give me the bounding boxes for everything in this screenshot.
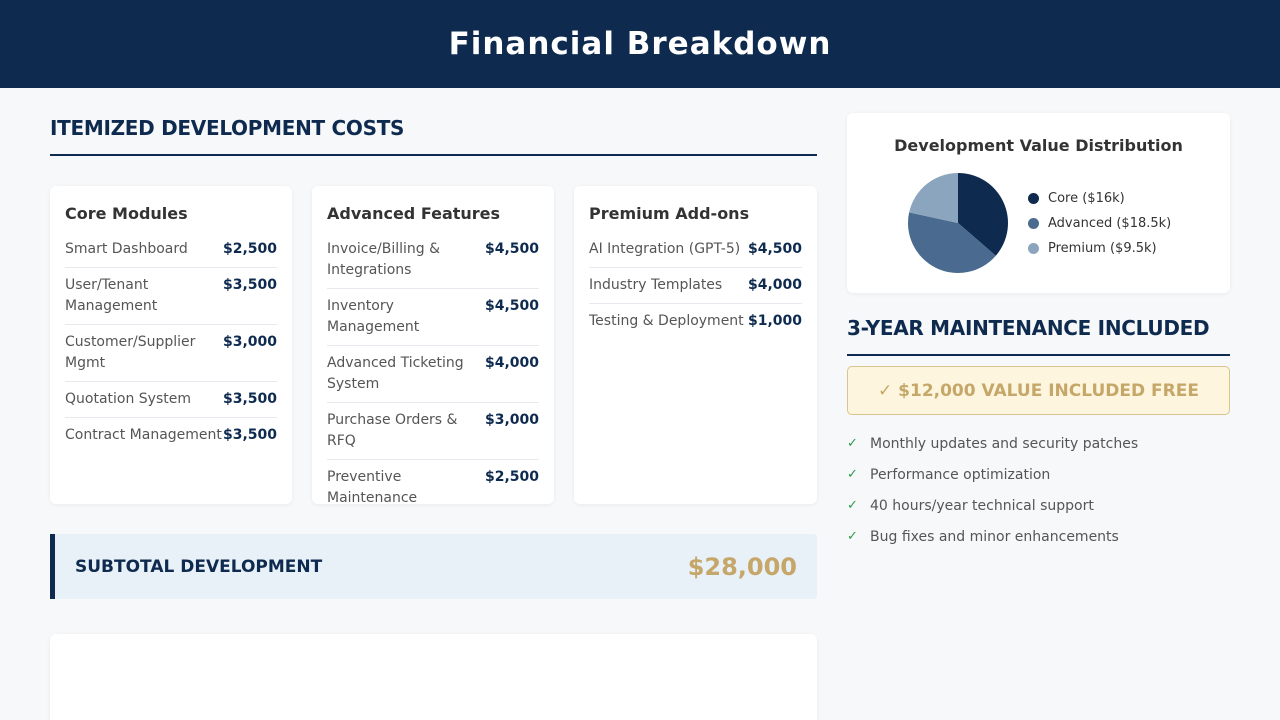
cost-label: Smart Dashboard: [65, 241, 188, 257]
page-header: Financial Breakdown: [0, 0, 1280, 88]
checklist-item: ✓ Monthly updates and security patches: [847, 428, 1230, 459]
checklist-text: 40 hours/year technical support: [870, 497, 1094, 514]
page-title: Financial Breakdown: [448, 26, 832, 62]
value-banner: ✓ $12,000 VALUE INCLUDED FREE: [847, 366, 1230, 415]
legend-label: Premium ($9.5k): [1048, 241, 1157, 256]
cost-row: Invoice/Billing & Integrations $4,500: [327, 235, 539, 289]
legend-label: Core ($16k): [1048, 191, 1125, 206]
legend-item: Premium ($9.5k): [1028, 236, 1171, 261]
cost-row: AI Integration (GPT-5) $4,500: [589, 235, 802, 268]
legend-swatch: [1028, 243, 1039, 254]
chart-card: Development Value Distribution Core ($16…: [847, 113, 1230, 293]
cost-label: Preventive Maintenance: [327, 469, 418, 506]
bottom-card: [50, 634, 817, 720]
cost-price: $3,000: [484, 412, 539, 428]
cost-label: User/Tenant Management: [65, 277, 158, 314]
legend-swatch: [1028, 218, 1039, 229]
costs-divider: [50, 154, 817, 156]
cost-label: Advanced Ticketing System: [327, 355, 464, 392]
cost-label: Testing & Deployment: [589, 313, 744, 329]
module-title: Advanced Features: [327, 204, 501, 223]
check-icon: ✓: [847, 529, 858, 544]
module-card-premium: Premium Add-ons AI Integration (GPT-5) $4…: [574, 186, 817, 504]
cost-price: $3,500: [222, 277, 277, 293]
cost-label: Industry Templates: [589, 277, 723, 293]
cost-row: Quotation System $3,500: [65, 382, 277, 418]
cost-price: $4,000: [747, 277, 802, 293]
check-icon: ✓: [847, 436, 858, 451]
cost-row: Purchase Orders & RFQ $3,000: [327, 403, 539, 460]
check-icon: ✓: [847, 467, 858, 482]
cost-label: Purchase Orders & RFQ: [327, 412, 458, 449]
cost-price: $3,500: [222, 427, 277, 443]
cost-row: Preventive Maintenance $2,500: [327, 460, 539, 516]
subtotal-label: SUBTOTAL DEVELOPMENT: [75, 556, 323, 577]
cost-row: User/Tenant Management $3,500: [65, 268, 277, 325]
check-icon: ✓: [847, 498, 858, 513]
cost-price: $3,000: [222, 334, 277, 350]
maintenance-checklist: ✓ Monthly updates and security patches ✓ P…: [847, 428, 1230, 552]
maintenance-divider: [847, 354, 1230, 356]
cost-row: Inventory Management $4,500: [327, 289, 539, 346]
cost-price: $4,500: [484, 298, 539, 314]
checklist-text: Bug fixes and minor enhancements: [870, 528, 1119, 545]
cost-price: $4,500: [747, 241, 802, 257]
legend-item: Advanced ($18.5k): [1028, 211, 1171, 236]
checklist-text: Performance optimization: [870, 466, 1051, 483]
subtotal-amount: $28,000: [687, 552, 797, 581]
legend-swatch: [1028, 193, 1039, 204]
cost-price: $1,000: [747, 313, 802, 329]
maintenance-section-title: 3-YEAR MAINTENANCE INCLUDED: [847, 316, 1210, 340]
legend-label: Advanced ($18.5k): [1048, 216, 1172, 231]
cost-label: Invoice/Billing & Integrations: [327, 241, 441, 278]
cost-row: Contract Management $3,500: [65, 418, 277, 453]
cost-price: $4,500: [484, 241, 539, 257]
subtotal-bar: SUBTOTAL DEVELOPMENT $28,000: [50, 534, 817, 599]
cost-row: Smart Dashboard $2,500: [65, 235, 277, 268]
cost-label: Quotation System: [65, 391, 191, 407]
cost-price: $4,000: [484, 355, 539, 371]
cost-price: $2,500: [484, 469, 539, 485]
module-card-advanced: Advanced Features Invoice/Billing & Inte…: [312, 186, 554, 506]
checklist-text: Monthly updates and security patches: [870, 435, 1139, 452]
module-title: Core Modules: [65, 204, 188, 223]
cost-row: Testing & Deployment $1,000: [589, 304, 802, 339]
cost-label: Inventory Management: [327, 298, 420, 335]
cost-label: AI Integration (GPT-5): [589, 241, 741, 257]
checklist-item: ✓ Performance optimization: [847, 459, 1230, 490]
checklist-item: ✓ 40 hours/year technical support: [847, 490, 1230, 521]
cost-row: Advanced Ticketing System $4,000: [327, 346, 539, 403]
cost-price: $2,500: [222, 241, 277, 257]
cost-row: Industry Templates $4,000: [589, 268, 802, 304]
cost-label: Contract Management: [65, 427, 222, 443]
module-title: Premium Add-ons: [589, 204, 750, 223]
legend-item: Core ($16k): [1028, 186, 1171, 211]
cost-price: $3,500: [222, 391, 277, 407]
cost-row: Customer/Supplier Mgmt $3,000: [65, 325, 277, 382]
module-card-core: Core Modules Smart Dashboard $2,500 User/…: [50, 186, 292, 504]
banner-text: ✓ $12,000 VALUE INCLUDED FREE: [878, 380, 1199, 401]
chart-legend: Core ($16k) Advanced ($18.5k) Premium ($…: [1028, 186, 1171, 261]
costs-section-title: ITEMIZED DEVELOPMENT COSTS: [50, 116, 405, 140]
checklist-item: ✓ Bug fixes and minor enhancements: [847, 521, 1230, 552]
cost-label: Customer/Supplier Mgmt: [65, 334, 196, 371]
